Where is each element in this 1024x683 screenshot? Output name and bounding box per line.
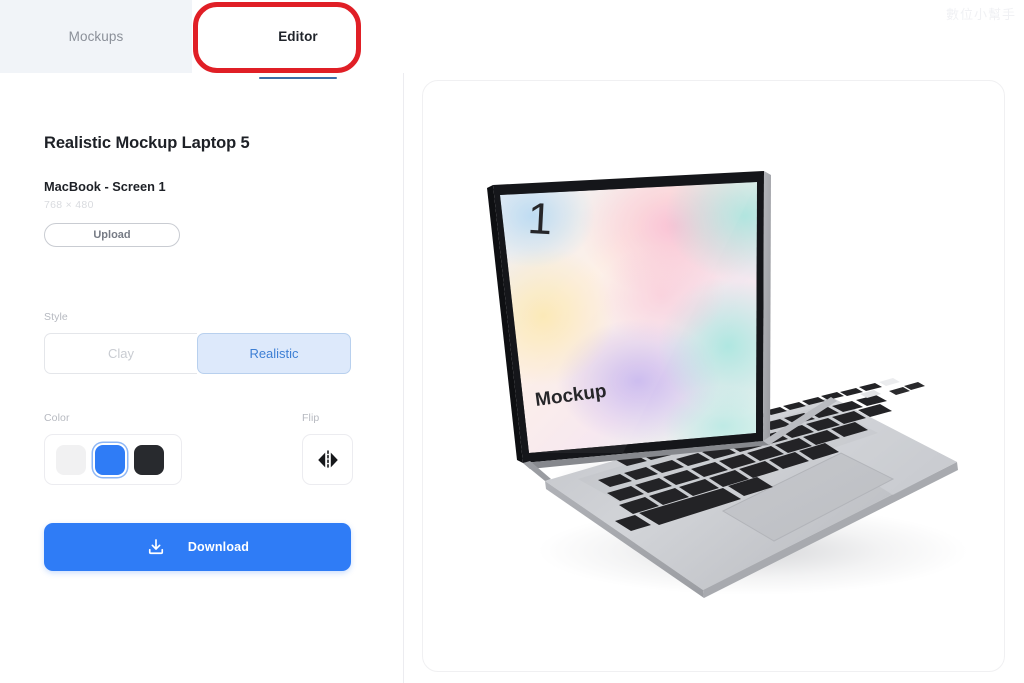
style-label: Style bbox=[44, 311, 68, 323]
style-option-realistic-label: Realistic bbox=[249, 346, 299, 361]
style-option-clay[interactable]: Clay bbox=[44, 333, 197, 374]
screen-dimensions: 768 × 480 bbox=[44, 199, 94, 211]
editor-sidebar: Mockups Editor Realistic Mockup Laptop 5… bbox=[0, 0, 404, 683]
download-icon bbox=[148, 539, 163, 555]
style-toggle-group: Clay Realistic bbox=[44, 333, 351, 374]
preview-canvas-area: 數位小幫手 1 Mockup bbox=[405, 0, 1024, 683]
tab-editor[interactable]: Editor bbox=[192, 0, 404, 79]
tabbar: Mockups Editor bbox=[0, 0, 404, 79]
color-swatch-black[interactable] bbox=[134, 444, 164, 475]
tab-mockups[interactable]: Mockups bbox=[0, 0, 192, 73]
tab-editor-label: Editor bbox=[278, 29, 318, 44]
watermark: 數位小幫手 bbox=[945, 8, 1016, 23]
laptop-mockup[interactable]: 1 Mockup bbox=[423, 81, 1004, 671]
style-option-clay-label: Clay bbox=[107, 346, 134, 361]
color-swatch-blue[interactable] bbox=[95, 444, 125, 475]
flip-button[interactable] bbox=[302, 434, 353, 485]
upload-button[interactable]: Upload bbox=[44, 223, 180, 247]
color-swatch-white[interactable] bbox=[56, 444, 86, 475]
preview-canvas-card[interactable]: 1 Mockup bbox=[422, 80, 1005, 672]
color-swatch-group bbox=[44, 434, 182, 485]
mockup-editor-app: Mockups Editor Realistic Mockup Laptop 5… bbox=[0, 0, 1024, 683]
download-button[interactable]: Download bbox=[44, 523, 351, 571]
color-section: Color bbox=[44, 412, 302, 485]
screen-label: MacBook - Screen 1 bbox=[44, 179, 166, 194]
style-option-realistic[interactable]: Realistic bbox=[197, 333, 351, 374]
upload-button-label: Upload bbox=[93, 229, 131, 241]
flip-section: Flip bbox=[302, 412, 353, 485]
page-title: Realistic Mockup Laptop 5 bbox=[44, 134, 250, 152]
flip-horizontal-icon bbox=[317, 449, 338, 470]
style-section: Style Clay Realistic bbox=[44, 311, 360, 374]
tab-mockups-label: Mockups bbox=[68, 29, 124, 44]
color-label: Color bbox=[44, 412, 70, 424]
flip-label: Flip bbox=[302, 412, 320, 424]
color-flip-row: Color Flip bbox=[44, 412, 360, 485]
laptop-mockup-svg: 1 Mockup bbox=[487, 171, 968, 598]
download-button-label: Download bbox=[187, 540, 250, 554]
editor-panel-body: Realistic Mockup Laptop 5 MacBook - Scre… bbox=[0, 73, 404, 571]
